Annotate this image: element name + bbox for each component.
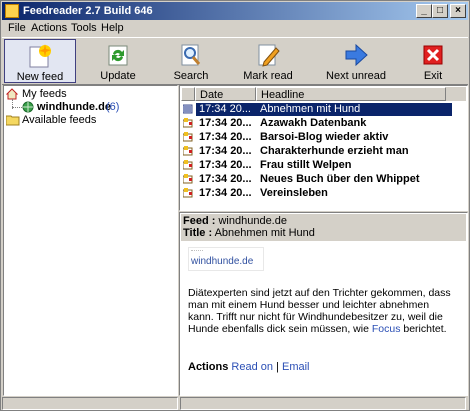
mark-read-label: Mark read — [243, 70, 293, 82]
unread-item-icon — [183, 146, 193, 156]
item-date: 17:34 20... — [199, 131, 252, 143]
col-headline-header[interactable]: Headline — [256, 87, 446, 101]
status-bar — [2, 396, 468, 410]
tree-available-label: Available feeds — [22, 114, 97, 126]
menu-tools[interactable]: Tools — [71, 22, 97, 35]
list-item[interactable]: 17:34 20... Frau stillt Welpen — [182, 159, 450, 172]
item-headline: Barsoi-Blog wieder aktiv — [260, 131, 389, 143]
body-text: berichtet. — [403, 323, 447, 335]
item-date: 17:34 20... — [199, 159, 252, 171]
list-item[interactable]: 17:34 20... Barsoi-Blog wieder aktiv — [182, 131, 450, 144]
menu-help[interactable]: Help — [101, 22, 124, 35]
unread-item-icon — [183, 160, 193, 170]
toolbar: New feed Update Search Mark read Next un… — [2, 37, 468, 85]
search-icon — [181, 44, 201, 66]
maximize-button[interactable]: □ — [432, 4, 448, 18]
item-date: 17:34 20... — [199, 187, 252, 199]
actions-separator: | — [276, 361, 279, 373]
item-date: 17:34 20... — [199, 173, 252, 185]
item-headline: Abnehmen mit Hund — [260, 103, 361, 115]
search-label: Search — [173, 70, 209, 82]
feed-logo: windhunde.de — [188, 247, 264, 271]
new-feed-label: New feed — [16, 71, 64, 83]
preview-body: Diätexperten sind jetzt auf den Trichter… — [188, 287, 466, 335]
read-item-icon — [183, 104, 193, 114]
read-on-link[interactable]: Read on — [231, 361, 273, 373]
window-title: Feedreader 2.7 Build 646 — [23, 5, 153, 17]
col-icon-header[interactable] — [181, 87, 195, 101]
menu-actions[interactable]: Actions — [31, 22, 67, 35]
item-date: 17:34 20... — [199, 145, 252, 157]
new-feed-icon — [29, 44, 51, 68]
new-feed-button[interactable]: New feed — [4, 39, 76, 83]
preview-title-label: Title : — [183, 227, 213, 239]
feed-tree: My feeds windhunde.de (6) Available feed… — [3, 85, 178, 396]
body-line: kann. Trifft nur nicht für Windhundebesi… — [188, 311, 443, 323]
app-window: Feedreader 2.7 Build 646 _ □ × File Acti… — [0, 0, 470, 411]
tree-feed-label: windhunde.de — [37, 101, 111, 113]
list-item[interactable]: 17:34 20... Charakterhunde erzieht man — [182, 145, 450, 158]
headline-list: Date Headline 17:34 20... Abnehmen mit H… — [179, 85, 468, 211]
list-item[interactable]: 17:34 20... Neues Buch über den Whippet — [182, 173, 450, 186]
menu-bar: File Actions Tools Help — [2, 20, 468, 37]
item-headline: Charakterhunde erzieht man — [260, 145, 409, 157]
list-header: Date Headline — [181, 87, 466, 101]
focus-link[interactable]: Focus — [372, 323, 401, 335]
list-item[interactable]: 17:34 20... Azawakh Datenbank — [182, 117, 450, 130]
unread-item-icon — [183, 132, 193, 142]
preview-header: Feed : windhunde.de Title : Abnehmen mit… — [181, 214, 466, 241]
unread-item-icon — [183, 118, 193, 128]
mark-read-icon — [258, 44, 280, 67]
mark-read-button[interactable]: Mark read — [236, 39, 300, 83]
app-icon — [5, 4, 19, 18]
preview-title-value: Abnehmen mit Hund — [214, 227, 315, 239]
item-headline: Vereinsleben — [260, 187, 328, 199]
next-unread-icon — [345, 43, 368, 67]
feed-globe-icon — [22, 101, 34, 113]
preview-pane: Feed : windhunde.de Title : Abnehmen mit… — [179, 212, 468, 396]
col-date-header[interactable]: Date — [195, 87, 256, 101]
body-text: Hunde ebenfalls dick sein müssen, wie — [188, 323, 369, 335]
preview-feed-line: Feed : windhunde.de — [183, 215, 287, 227]
search-button[interactable]: Search — [162, 39, 220, 83]
item-date: 17:34 20... — [199, 117, 252, 129]
item-headline: Neues Buch über den Whippet — [260, 173, 420, 185]
list-item[interactable]: 17:34 20... Vereinsleben — [182, 187, 450, 200]
status-panel-left — [2, 397, 178, 410]
actions-label: Actions — [188, 361, 229, 373]
logo-text: windhunde.de — [191, 256, 254, 267]
body-line: man mit einem Hund besser und leichter a… — [188, 299, 430, 311]
update-button[interactable]: Update — [88, 39, 148, 83]
tree-my-feeds-label: My feeds — [22, 88, 67, 100]
status-panel-right — [180, 397, 466, 410]
preview-title-line: Title : Abnehmen mit Hund — [183, 227, 315, 239]
body-line: Diätexperten sind jetzt auf den Trichter… — [188, 287, 451, 299]
item-headline: Azawakh Datenbank — [260, 117, 367, 129]
preview-actions: Actions Read on | Email — [188, 361, 310, 373]
unread-item-icon — [183, 188, 193, 198]
exit-label: Exit — [423, 70, 443, 82]
next-unread-label: Next unread — [326, 70, 386, 82]
menu-file[interactable]: File — [8, 22, 26, 35]
tree-feed-count: (6) — [106, 101, 120, 113]
next-unread-button[interactable]: Next unread — [318, 39, 394, 83]
preview-feed-value: windhunde.de — [218, 215, 287, 227]
close-button[interactable]: × — [450, 4, 466, 18]
title-bar[interactable]: Feedreader 2.7 Build 646 _ □ × — [2, 2, 468, 20]
list-item[interactable]: 17:34 20... Abnehmen mit Hund — [182, 103, 452, 116]
folder-icon — [6, 115, 20, 126]
item-headline: Frau stillt Welpen — [260, 159, 352, 171]
exit-icon — [423, 45, 443, 65]
body-line: Hunde ebenfalls dick sein müssen, wie Fo… — [188, 323, 466, 335]
preview-feed-label: Feed : — [183, 215, 216, 227]
exit-button[interactable]: Exit — [410, 39, 456, 83]
update-icon — [108, 45, 128, 66]
email-link[interactable]: Email — [282, 361, 310, 373]
update-label: Update — [100, 70, 136, 82]
item-date: 17:34 20... — [199, 103, 251, 115]
unread-item-icon — [183, 174, 193, 184]
tree-line — [12, 107, 22, 109]
minimize-button[interactable]: _ — [416, 4, 432, 18]
